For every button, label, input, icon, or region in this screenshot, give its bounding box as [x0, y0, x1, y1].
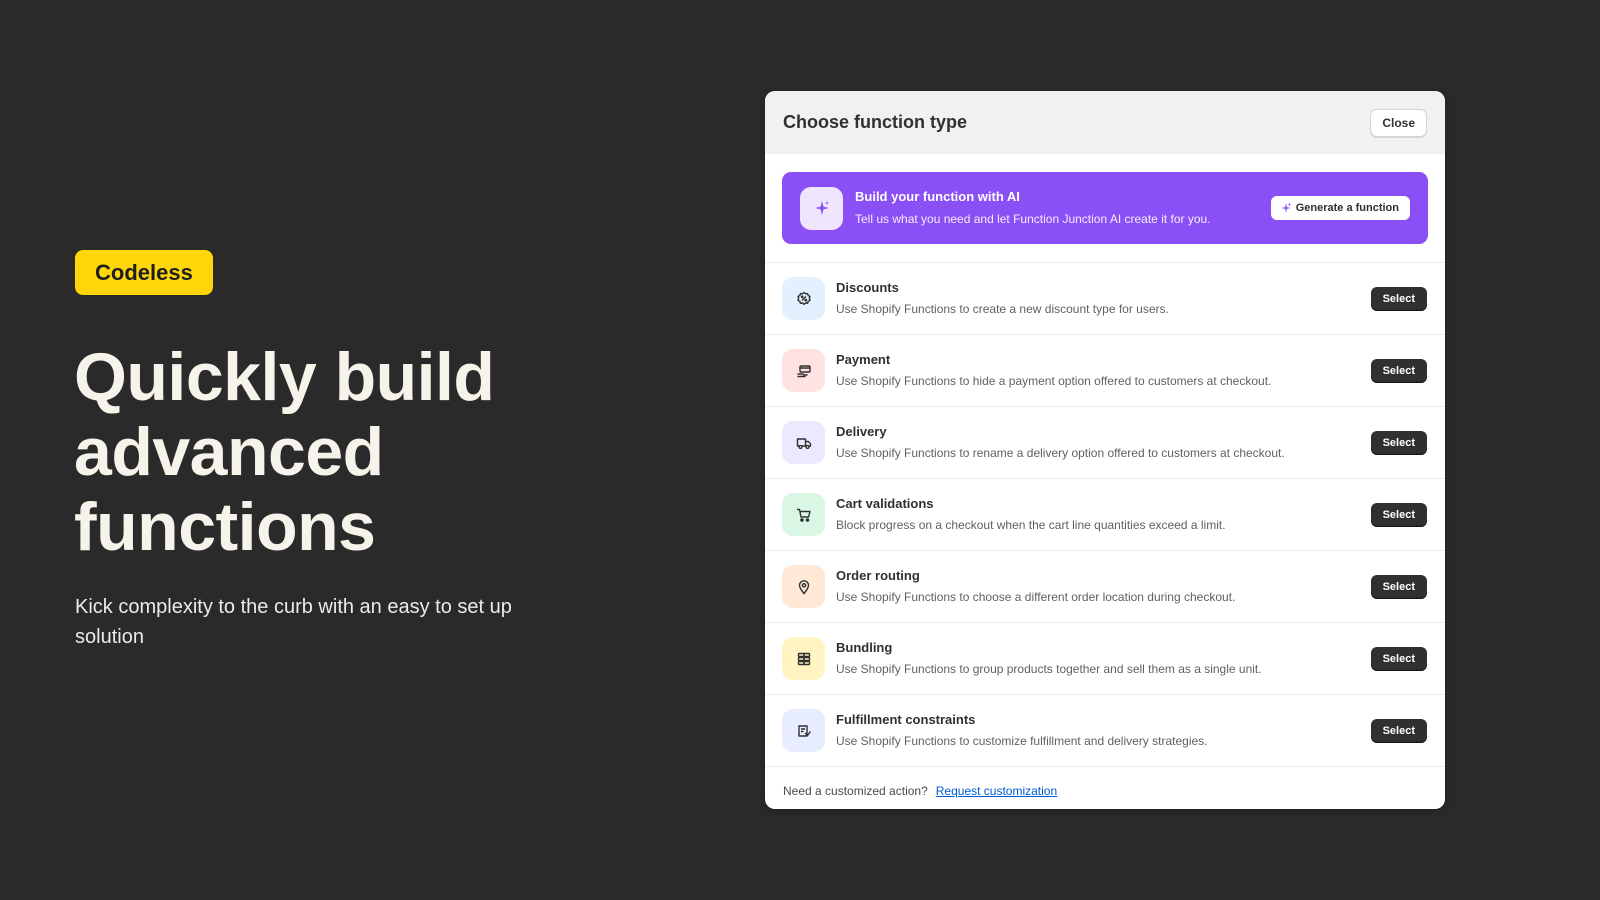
cart-icon [782, 493, 825, 536]
function-description: Use Shopify Functions to choose a differ… [836, 590, 1236, 604]
select-discounts-button[interactable]: Select [1370, 286, 1427, 311]
stage: Codeless Quickly build advanced function… [0, 0, 1600, 900]
select-fulfillment-constraints-button[interactable]: Select [1370, 718, 1427, 743]
function-description: Use Shopify Functions to hide a payment … [836, 374, 1272, 388]
codeless-badge: Codeless [75, 250, 213, 295]
ai-banner-description: Tell us what you need and let Function J… [855, 212, 1211, 226]
ai-banner-title: Build your function with AI [855, 189, 1020, 204]
ai-banner-text: Build your function with AI Tell us what… [855, 188, 1271, 228]
function-row-payment: Payment Use Shopify Functions to hide a … [765, 335, 1445, 407]
function-name: Delivery [836, 424, 887, 439]
modal-header: Choose function type Close [765, 91, 1445, 154]
sparkle-icon [800, 186, 843, 230]
delivery-truck-icon [782, 421, 825, 464]
function-row-cart-validations: Cart validations Block progress on a che… [765, 479, 1445, 551]
select-payment-button[interactable]: Select [1370, 358, 1427, 383]
modal-title: Choose function type [783, 112, 967, 132]
function-name: Order routing [836, 568, 920, 583]
discount-icon [782, 277, 825, 320]
function-row-discounts: Discounts Use Shopify Functions to creat… [765, 263, 1445, 335]
function-description: Use Shopify Functions to create a new di… [836, 302, 1169, 316]
sparkle-icon [1280, 202, 1292, 214]
function-name: Discounts [836, 280, 899, 295]
select-delivery-button[interactable]: Select [1370, 430, 1427, 455]
fulfillment-icon [782, 709, 825, 752]
generate-function-button[interactable]: Generate a function [1270, 196, 1410, 220]
function-row-delivery: Delivery Use Shopify Functions to rename… [765, 407, 1445, 479]
close-button[interactable]: Close [1370, 108, 1427, 137]
function-list: Discounts Use Shopify Functions to creat… [765, 262, 1445, 767]
select-bundling-button[interactable]: Select [1370, 646, 1427, 671]
function-description: Block progress on a checkout when the ca… [836, 518, 1226, 532]
function-description: Use Shopify Functions to customize fulfi… [836, 734, 1208, 748]
footer-prompt: Need a customized action? [783, 784, 928, 798]
payment-icon [782, 349, 825, 392]
location-pin-icon [782, 565, 825, 608]
function-name: Payment [836, 352, 891, 367]
function-row-fulfillment-constraints: Fulfillment constraints Use Shopify Func… [765, 695, 1445, 767]
function-row-order-routing: Order routing Use Shopify Functions to c… [765, 551, 1445, 623]
choose-function-modal: Choose function type Close Build your fu… [765, 91, 1445, 809]
function-name: Bundling [836, 640, 893, 655]
function-name: Cart validations [836, 496, 934, 511]
headline: Quickly build advanced functions [74, 339, 495, 565]
subhead: Kick complexity to the curb with an easy… [75, 596, 512, 648]
function-description: Use Shopify Functions to group products … [836, 662, 1262, 676]
select-order-routing-button[interactable]: Select [1370, 574, 1427, 599]
bundle-icon [782, 637, 825, 680]
request-customization-link[interactable]: Request customization [936, 784, 1057, 798]
function-name: Fulfillment constraints [836, 712, 976, 727]
function-description: Use Shopify Functions to rename a delive… [836, 446, 1285, 460]
function-row-bundling: Bundling Use Shopify Functions to group … [765, 623, 1445, 695]
modal-footer: Need a customized action? Request custom… [765, 767, 1445, 809]
select-cart-validations-button[interactable]: Select [1370, 502, 1427, 527]
ai-banner: Build your function with AI Tell us what… [782, 172, 1428, 244]
generate-function-label: Generate a function [1295, 202, 1399, 214]
